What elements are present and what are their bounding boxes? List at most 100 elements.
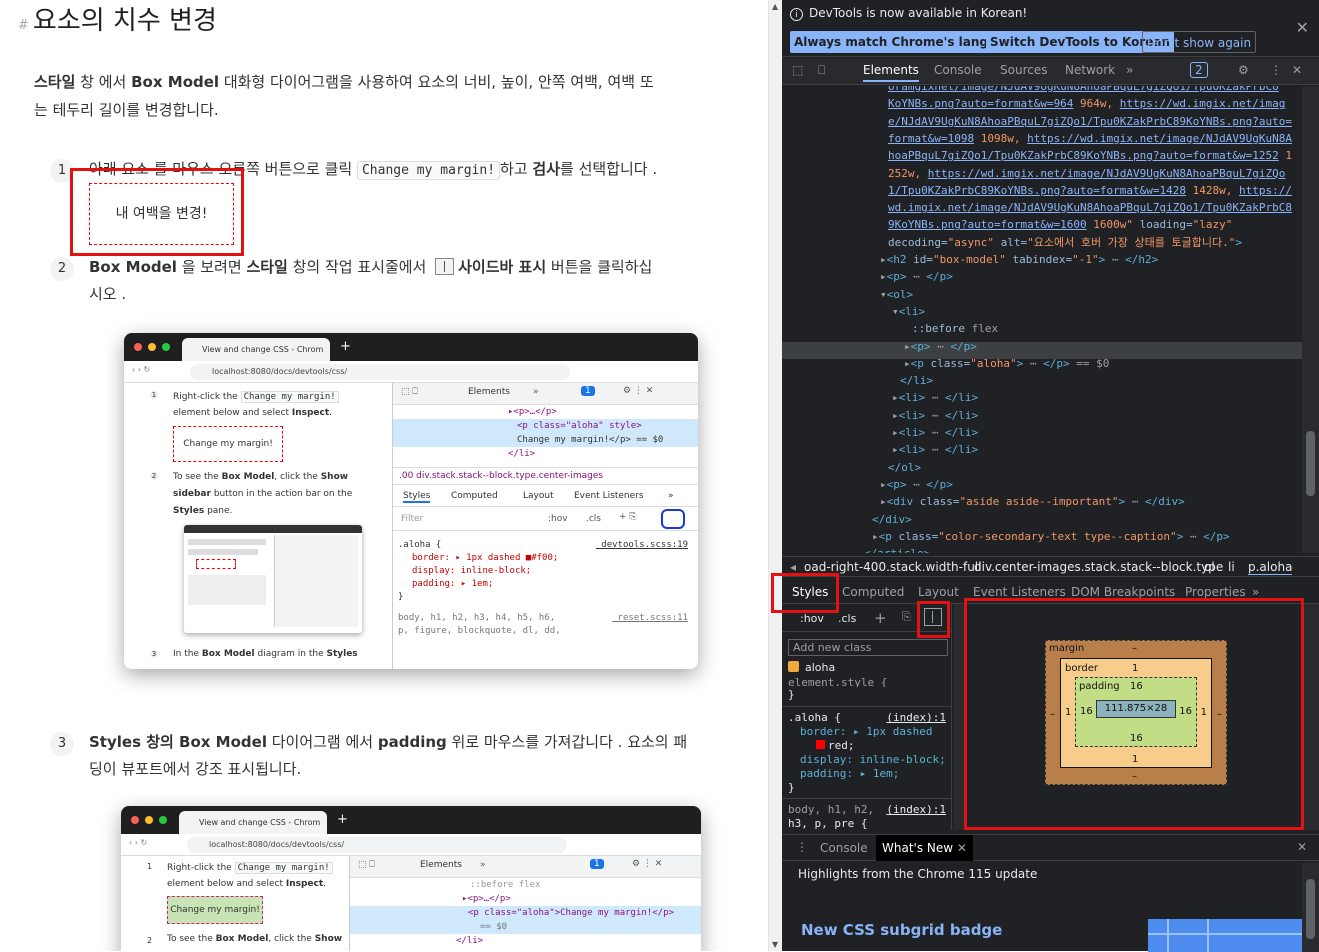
- drawer-scrollbar[interactable]: [1302, 863, 1319, 952]
- dom-node-row[interactable]: ▸<div class="aside aside--important"> ⋯ …: [880, 493, 1185, 510]
- url-bar: localhost:8080/docs/devtools/css/: [187, 837, 567, 853]
- close-icon: ✕: [956, 841, 967, 855]
- dom-node-row[interactable]: format&w=1098 1098w, https://wd.imgix.ne…: [888, 130, 1292, 147]
- step-3-text: Styles 창의 Box Model 다이어그램 에서 padding 위로 …: [89, 733, 688, 778]
- dom-node-row[interactable]: </div>: [872, 511, 912, 528]
- whats-new-subtitle: Highlights from the Chrome 115 update: [798, 867, 1038, 881]
- add-class-input[interactable]: Add new class: [788, 639, 948, 656]
- close-icon[interactable]: ✕: [1296, 18, 1309, 37]
- dom-node-row[interactable]: 252w, https://wd.imgix.net/image/NJdAV9U…: [888, 165, 1285, 182]
- tab-console[interactable]: Console: [934, 63, 982, 77]
- dom-tree[interactable]: oramgixnet/image/NJdAV9UgKuN8AhoaPBquL7g…: [782, 86, 1302, 553]
- cls-toggle[interactable]: .cls: [838, 612, 856, 625]
- hov-toggle[interactable]: :hov: [800, 612, 824, 625]
- page-scrollbar[interactable]: ▲ ▼: [768, 0, 782, 951]
- crumb-item[interactable]: li: [1228, 560, 1235, 574]
- url-bar: localhost:8080/docs/devtools/css/: [190, 364, 570, 380]
- dom-node-row[interactable]: wd.imgix.net/image/NJdAV9UgKuN8AhoaPBquL…: [888, 199, 1292, 216]
- dom-node-row[interactable]: oramgixnet/image/NJdAV9UgKuN8AhoaPBquL7g…: [888, 86, 1279, 95]
- whats-new-link[interactable]: New CSS subgrid badge: [801, 921, 1002, 939]
- anchor-hash[interactable]: #: [18, 18, 29, 33]
- whats-new-thumbnail[interactable]: [1148, 919, 1302, 952]
- dom-node-row[interactable]: ▸<p> ⋯ </p>: [904, 338, 977, 355]
- crumb-item[interactable]: ol: [1204, 560, 1215, 574]
- page-title: # 요소의 치수 변경: [18, 6, 217, 36]
- tab-computed[interactable]: Computed: [842, 585, 904, 599]
- drawer-tab-console[interactable]: Console: [820, 841, 868, 855]
- bm-scrollbar[interactable]: [1304, 604, 1319, 830]
- dom-node-row[interactable]: ▸<p> ⋯ </p>: [880, 476, 953, 493]
- tab-network[interactable]: Network: [1065, 63, 1115, 77]
- inline-code: Change my margin!: [356, 161, 501, 180]
- drawer-menu-icon[interactable]: ⋮: [796, 840, 808, 854]
- dom-node-row[interactable]: </li>: [900, 372, 933, 389]
- dom-node-row[interactable]: KoYNBs.png?auto=format&w=964 964w, https…: [888, 95, 1285, 112]
- color-format-icon[interactable]: ⎘: [902, 610, 911, 624]
- sidebar-button-highlight: [917, 601, 950, 638]
- dom-node-row[interactable]: ▾<li>: [892, 303, 925, 320]
- crumb-item[interactable]: oad-right-400.stack.width-full: [804, 560, 981, 574]
- dom-node-row[interactable]: e/NJdAV9UgKuN8AhoaPBquL7giZQo1/Tpu0KZakP…: [888, 113, 1292, 130]
- device-toolbar-icon[interactable]: ⎕: [818, 63, 825, 78]
- tab-layout[interactable]: Layout: [918, 585, 959, 599]
- more-subtabs-icon[interactable]: »: [1252, 585, 1259, 599]
- browser-tab: View and change CSS - Chrom: [179, 811, 327, 834]
- dom-node-row[interactable]: ::before flex: [912, 320, 998, 337]
- aloha-rule: .aloha {(index):1 border: ▸ 1px dashed r…: [782, 706, 952, 799]
- elements-scrollbar[interactable]: [1302, 86, 1319, 553]
- dom-node-row[interactable]: ▸<p class="aloha"> ⋯ </p> == $0: [904, 355, 1109, 372]
- dom-node-row[interactable]: </ol>: [888, 459, 921, 476]
- crumb-item[interactable]: div.center-images.stack.stack--block.typ…: [974, 560, 1223, 574]
- shot1-sidebar-highlight: [661, 509, 685, 529]
- dom-node-row[interactable]: ▸<p> ⋯ </p>: [880, 268, 953, 285]
- shot1-article: 1 Right-click the Change my margin! eleme…: [124, 383, 391, 669]
- crumb-scroll-left-icon[interactable]: ◂: [790, 560, 796, 574]
- dom-node-row[interactable]: ▸<p class="color-secondary-text type--ca…: [872, 528, 1230, 545]
- inspect-element-icon[interactable]: ⬚: [792, 63, 803, 77]
- tab-elements[interactable]: Elements: [863, 63, 919, 82]
- dom-node-row[interactable]: decoding="async" alt="요소에서 호버 가장 상태를 토글합…: [888, 234, 1242, 251]
- screenshot-1: View and change CSS - Chrom + ‹ › ↻ loca…: [124, 333, 698, 669]
- dom-node-row[interactable]: ▸<li> ⋯ </li>: [892, 407, 978, 424]
- tab-properties[interactable]: Properties: [1185, 585, 1246, 599]
- dom-node-row[interactable]: hoaPBquL7giZQo1/Tpu0KZakPrbC89KoYNBs.png…: [888, 147, 1292, 164]
- shot1-devtools: ⬚ ⎕ Elements » 1 ⚙ ⋮ ✕ ▸<p>…</p> <p clas…: [392, 383, 698, 669]
- tab-event-listeners[interactable]: Event Listeners: [973, 585, 1066, 599]
- dom-node-row[interactable]: 9KoYNBs.png?auto=format&w=1600 1600w" lo…: [888, 216, 1232, 233]
- dom-node-row[interactable]: ▸<li> ⋯ </li>: [892, 441, 978, 458]
- scroll-down-icon[interactable]: ▼: [772, 940, 778, 949]
- new-tab-icon: +: [337, 812, 348, 827]
- dom-node-row[interactable]: ▸<h2 id="box-model" tabindex="-1"> ⋯ </h…: [880, 251, 1158, 268]
- language-banner: i DevTools is now available in Korean! Al…: [782, 0, 1319, 57]
- dom-node-row[interactable]: ▾<ol>: [880, 286, 913, 303]
- devtools-panel: i DevTools is now available in Korean! Al…: [771, 0, 1319, 952]
- banner-message: i DevTools is now available in Korean!: [790, 6, 1027, 21]
- styles-scrollbar[interactable]: [954, 604, 964, 830]
- issues-badge[interactable]: 2: [1190, 62, 1208, 78]
- kebab-menu-icon[interactable]: ⋮: [1270, 63, 1282, 77]
- close-drawer-icon[interactable]: ✕: [1297, 840, 1307, 854]
- dom-node-row[interactable]: 1/Tpu0KZakPrbC89KoYNBs.png?auto=format&w…: [888, 182, 1292, 199]
- dom-node-row[interactable]: </article>: [864, 545, 930, 553]
- class-checkbox-row[interactable]: aloha: [788, 661, 835, 674]
- tab-dom-breakpoints[interactable]: DOM Breakpoints: [1071, 585, 1175, 599]
- more-tabs-icon[interactable]: »: [1126, 63, 1133, 77]
- close-devtools-icon[interactable]: ✕: [1292, 63, 1302, 77]
- color-swatch[interactable]: [816, 740, 825, 749]
- crumb-item-selected[interactable]: p.aloha: [1248, 560, 1293, 575]
- scroll-up-icon[interactable]: ▲: [772, 2, 778, 11]
- breadcrumb: ◂ oad-right-400.stack.width-full div.cen…: [782, 556, 1319, 577]
- step-number: 2: [50, 257, 74, 281]
- nested-thumbnail: [184, 525, 362, 633]
- dom-node-row[interactable]: ▸<li> ⋯ </li>: [892, 389, 978, 406]
- new-rule-icon[interactable]: +: [874, 609, 887, 627]
- drawer: ⋮ Console What's New ✕ ✕ Highlights from…: [782, 834, 1319, 952]
- drawer-tab-whats-new[interactable]: What's New ✕: [876, 835, 973, 861]
- gear-icon[interactable]: ⚙: [1238, 63, 1249, 77]
- box-model-highlight: [964, 598, 1304, 830]
- dont-show-again-button[interactable]: Don't show again: [1142, 31, 1257, 53]
- tab-sources[interactable]: Sources: [1000, 63, 1047, 77]
- highlight-box: [70, 168, 244, 256]
- dom-node-row[interactable]: ▸<li> ⋯ </li>: [892, 424, 978, 441]
- article-page: # 요소의 치수 변경 스타일 창 에서 Box Model 대화형 다이어그램을…: [0, 0, 768, 951]
